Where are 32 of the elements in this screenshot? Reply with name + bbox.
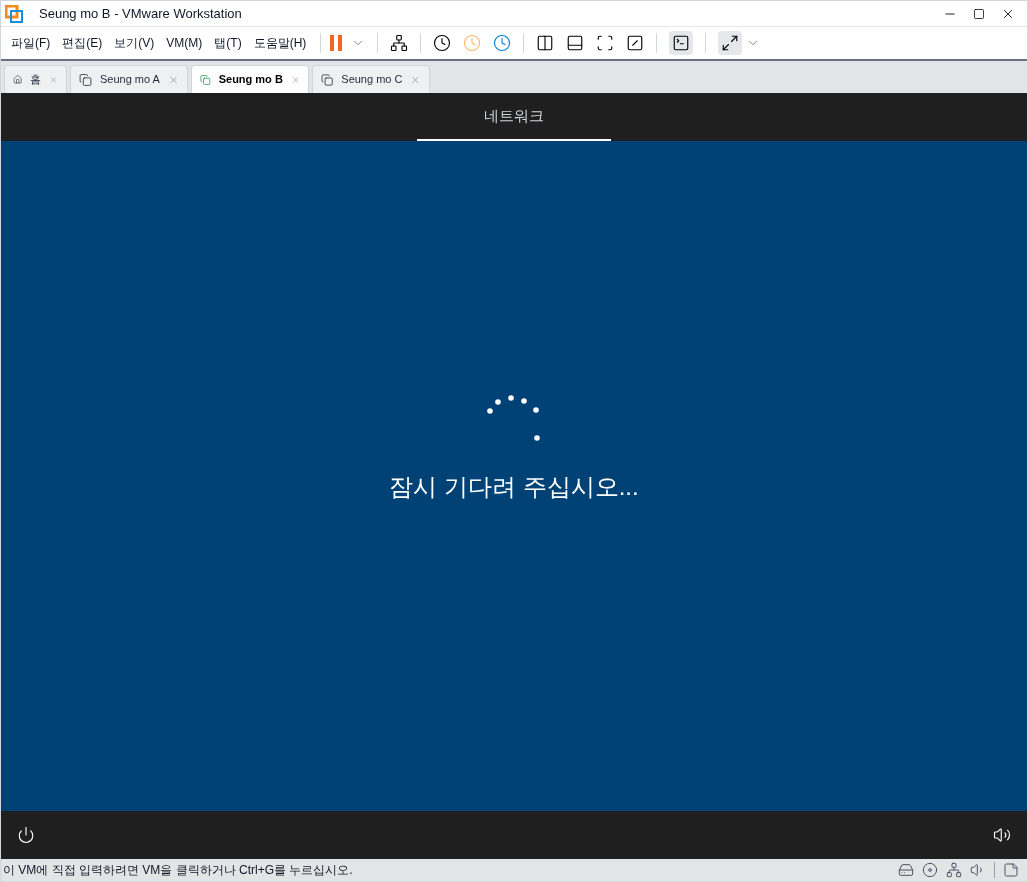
pause-icon[interactable] bbox=[329, 34, 344, 52]
stretch-icon[interactable] bbox=[721, 34, 740, 52]
home-icon bbox=[13, 73, 23, 86]
vm-tab[interactable]: Seung mo A bbox=[70, 65, 188, 93]
vm-icon bbox=[200, 72, 211, 87]
status-message: 이 VM에 직접 입력하려면 VM을 클릭하거나 Ctrl+G를 누르십시오. bbox=[2, 862, 353, 879]
volume-icon[interactable] bbox=[993, 826, 1011, 844]
menu-item[interactable]: 도움말(H) bbox=[247, 34, 313, 52]
note-icon[interactable] bbox=[1003, 862, 1019, 878]
window-title: Seung mo B - VMware Workstation bbox=[39, 4, 242, 23]
app-logo-icon bbox=[5, 4, 23, 23]
menu-item[interactable]: 편집(E) bbox=[56, 34, 109, 52]
vm-tab[interactable]: Seung mo B bbox=[191, 65, 309, 93]
maximize-icon[interactable] bbox=[973, 7, 985, 20]
menu-item[interactable]: 탭(T) bbox=[208, 34, 248, 52]
fullscreen-icon[interactable] bbox=[596, 34, 615, 52]
console-icon[interactable] bbox=[672, 34, 691, 52]
cd-drive-icon[interactable] bbox=[922, 862, 938, 878]
vm-icon bbox=[79, 72, 92, 87]
menu-item[interactable]: 보기(V) bbox=[108, 34, 161, 52]
vm-tab[interactable]: Seung mo C bbox=[312, 65, 430, 93]
menu-item[interactable]: 파일(F) bbox=[5, 34, 57, 52]
bottom-panel-icon[interactable] bbox=[566, 34, 585, 52]
network-adapter-icon[interactable] bbox=[946, 862, 962, 878]
vm-tab[interactable]: 홈 bbox=[4, 65, 67, 93]
clock-icon[interactable] bbox=[433, 34, 452, 52]
wait-message: 잠시 기다려 주십시오... bbox=[389, 472, 639, 502]
menu-item[interactable]: VM(M) bbox=[160, 34, 209, 52]
vm-icon bbox=[321, 72, 334, 87]
power-options-icon[interactable] bbox=[17, 826, 35, 844]
sidebar-layout-icon[interactable] bbox=[536, 34, 555, 52]
network-icon[interactable] bbox=[390, 34, 409, 52]
